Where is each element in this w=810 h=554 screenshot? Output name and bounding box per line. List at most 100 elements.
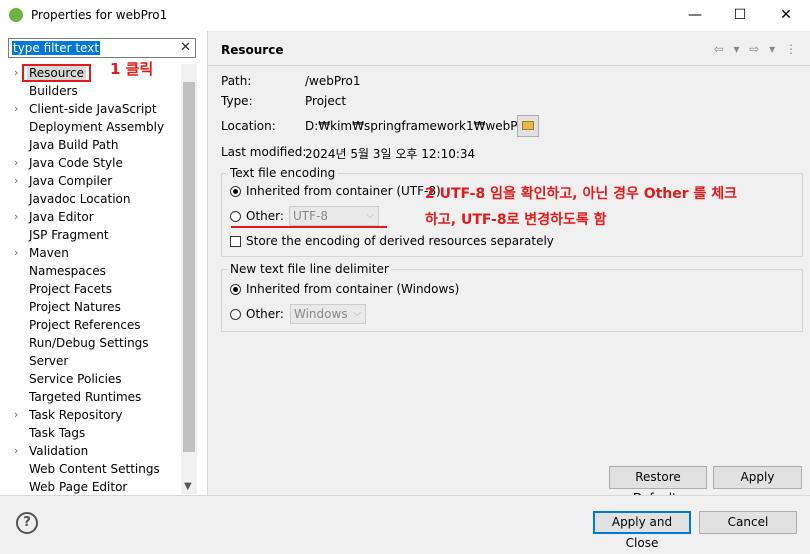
other-encoding-label[interactable]: Other: [246, 209, 284, 223]
chevron-down-icon: ⌵ [366, 210, 374, 221]
window-title: Properties for webPro1 [31, 8, 168, 22]
tree-item[interactable]: Project Facets [0, 280, 181, 298]
tree-item[interactable]: › Java Compiler [0, 172, 181, 190]
delimiter-select[interactable]: Windows ⌵ [290, 304, 366, 324]
annotation-step-2-line2: 하고, UTF-8로 변경하도록 함 [425, 212, 607, 228]
scroll-down-icon[interactable]: ▼ [184, 481, 192, 492]
tree-item[interactable]: › Client-side JavaScript [0, 100, 181, 118]
expand-chevron-icon[interactable]: › [14, 208, 18, 226]
close-button[interactable]: ✕ [763, 0, 809, 31]
restore-defaults-button[interactable]: Restore Defaults [609, 466, 707, 505]
apply-and-close-button[interactable]: Apply and Close [593, 511, 691, 550]
scrollbar-thumb[interactable] [183, 82, 195, 452]
tree-item-label: Java Build Path [29, 138, 119, 152]
tree-item[interactable]: JSP Fragment [0, 226, 181, 244]
tree-item-label: Targeted Runtimes [29, 390, 142, 404]
inherited-delimiter-label[interactable]: Inherited from container (Windows) [246, 282, 459, 296]
other-encoding-radio[interactable] [230, 211, 241, 222]
tree-item-label: Server [29, 354, 69, 368]
filter-input[interactable]: type filter text ✕ [8, 38, 196, 58]
tree-item[interactable]: › Java Editor [0, 208, 181, 226]
title-bar: Properties for webPro1 — ☐ ✕ [0, 0, 810, 31]
tree-item-label: Project Facets [29, 282, 112, 296]
page-title: Resource [221, 43, 284, 57]
other-delimiter-radio[interactable] [230, 309, 241, 320]
encoding-select[interactable]: UTF-8 ⌵ [289, 206, 379, 226]
tree-item[interactable]: Task Tags [0, 424, 181, 442]
tree-item[interactable]: Project References [0, 316, 181, 334]
tree-item[interactable]: › Validation [0, 442, 181, 460]
tree-item[interactable]: Web Content Settings [0, 460, 181, 478]
tree-item-label: Deployment Assembly [29, 120, 165, 134]
tree-item[interactable]: Run/Debug Settings [0, 334, 181, 352]
resource-page: Resource ⇦ ▾ ⇨ ▾ ⋮ Path: /webPro1 Type: … [208, 31, 810, 505]
category-tree: › Resource Builders › Client-side JavaScript… [0, 64, 181, 496]
expand-chevron-icon[interactable]: › [14, 172, 18, 190]
inherited-encoding-label[interactable]: Inherited from container (UTF-8) [246, 184, 441, 198]
tree-item[interactable]: Web Page Editor [0, 478, 181, 496]
tree-item[interactable]: Builders [0, 82, 181, 100]
store-derived-label[interactable]: Store the encoding of derived resources … [246, 234, 554, 248]
inherited-encoding-radio[interactable] [230, 186, 241, 197]
title-divider [208, 65, 810, 66]
expand-chevron-icon[interactable]: › [14, 64, 18, 82]
open-folder-button[interactable] [517, 115, 539, 137]
clear-filter-icon[interactable]: ✕ [180, 40, 191, 55]
folder-icon [522, 121, 534, 130]
annotation-step-1: 1 클릭 [110, 60, 154, 78]
delimiter-select-value: Windows [294, 307, 348, 321]
maximize-button[interactable]: ☐ [717, 0, 763, 31]
tree-item[interactable]: Javadoc Location [0, 190, 181, 208]
help-icon[interactable]: ? [16, 512, 38, 534]
location-label: Location: [221, 119, 276, 133]
line-delimiter-group: New text file line delimiter Inherited f… [221, 262, 803, 332]
navigation-arrows-icon[interactable]: ⇦ ▾ ⇨ ▾ ⋮ [714, 42, 800, 56]
tree-item[interactable]: › Java Code Style [0, 154, 181, 172]
encoding-select-value: UTF-8 [293, 209, 328, 223]
expand-chevron-icon[interactable]: › [14, 442, 18, 460]
tree-item[interactable]: › Maven [0, 244, 181, 262]
resource-highlight-box [22, 64, 91, 82]
tree-item[interactable]: Namespaces [0, 262, 181, 280]
tree-item[interactable]: Java Build Path [0, 136, 181, 154]
tree-item[interactable]: Targeted Runtimes [0, 388, 181, 406]
apply-button[interactable]: Apply [713, 466, 802, 489]
tree-item-label: Project References [29, 318, 141, 332]
tree-item-label: Java Compiler [29, 174, 113, 188]
tree-item-label: Task Tags [29, 426, 86, 440]
tree-item[interactable]: Project Natures [0, 298, 181, 316]
type-value: Project [305, 94, 347, 108]
tree-item-label: Maven [29, 246, 69, 260]
tree-item-label: Validation [29, 444, 89, 458]
tree-item-label: Web Content Settings [29, 462, 160, 476]
tree-item-label: Task Repository [29, 408, 123, 422]
category-pane: type filter text ✕ › Resource Builders › Cli… [0, 31, 208, 495]
text-encoding-legend: Text file encoding [228, 166, 338, 180]
tree-item-label: Java Code Style [29, 156, 123, 170]
tree-item-label: Web Page Editor [29, 480, 128, 494]
filter-text: type filter text [12, 41, 101, 55]
tree-item-label: Java Editor [29, 210, 94, 224]
expand-chevron-icon[interactable]: › [14, 406, 18, 424]
tree-item-label: Project Natures [29, 300, 121, 314]
dialog-footer: ? Apply and Close Cancel [0, 495, 810, 550]
tree-item[interactable]: › Task Repository [0, 406, 181, 424]
inherited-delimiter-radio[interactable] [230, 284, 241, 295]
modified-value: 2024년 5월 3일 오후 12:10:34 [305, 147, 476, 161]
tree-item[interactable]: Service Policies [0, 370, 181, 388]
other-delimiter-label[interactable]: Other: [246, 307, 284, 321]
tree-item[interactable]: Server [0, 352, 181, 370]
expand-chevron-icon[interactable]: › [14, 100, 18, 118]
tree-scrollbar[interactable]: ▼ [181, 64, 197, 494]
minimize-button[interactable]: — [672, 0, 718, 31]
path-value: /webPro1 [305, 74, 361, 88]
expand-chevron-icon[interactable]: › [14, 154, 18, 172]
tree-item-label: Javadoc Location [29, 192, 131, 206]
expand-chevron-icon[interactable]: › [14, 244, 18, 262]
path-label: Path: [221, 74, 252, 88]
tree-item-label: Service Policies [29, 372, 122, 386]
tree-item[interactable]: Deployment Assembly [0, 118, 181, 136]
store-derived-checkbox[interactable] [230, 236, 241, 247]
cancel-button[interactable]: Cancel [699, 511, 797, 534]
modified-label: Last modified: [221, 145, 307, 159]
